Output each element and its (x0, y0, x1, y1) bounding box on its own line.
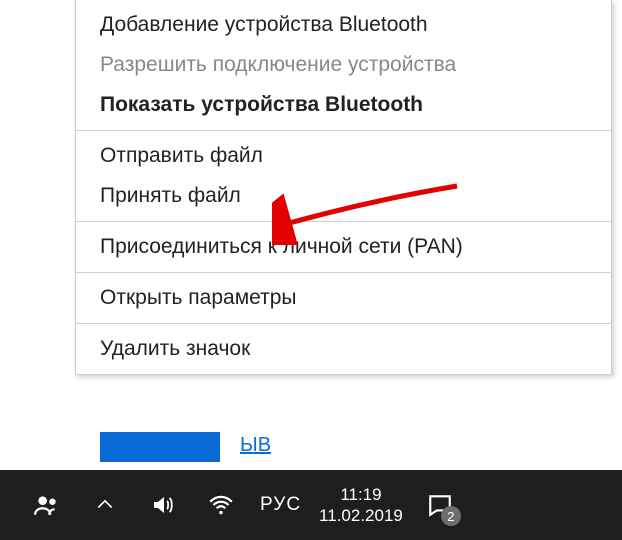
clock-date: 11.02.2019 (319, 505, 403, 526)
menu-add-bluetooth-device[interactable]: Добавление устройства Bluetooth (76, 5, 611, 45)
menu-group-remove: Удалить значок (76, 324, 611, 374)
clock[interactable]: 11:19 11.02.2019 (319, 484, 403, 527)
menu-send-file[interactable]: Отправить файл (76, 136, 611, 176)
people-icon[interactable] (24, 482, 70, 528)
clock-time: 11:19 (340, 484, 381, 505)
menu-show-bluetooth-devices[interactable]: Показать устройства Bluetooth (76, 85, 611, 125)
menu-group-pan: Присоединиться к личной сети (PAN) (76, 222, 611, 273)
bluetooth-context-menu: Добавление устройства Bluetooth Разрешит… (75, 0, 612, 375)
menu-open-settings[interactable]: Открыть параметры (76, 278, 611, 318)
tray-chevron-up-icon[interactable] (82, 482, 128, 528)
menu-receive-file[interactable]: Принять файл (76, 176, 611, 216)
background-fragment: ЫВ (0, 432, 622, 470)
wifi-icon[interactable] (198, 482, 244, 528)
link-text-fragment: ЫВ (240, 434, 271, 457)
action-center-icon[interactable]: 2 (417, 482, 463, 528)
menu-allow-device-connection: Разрешить подключение устройства (76, 45, 611, 85)
taskbar: РУС 11:19 11.02.2019 2 (0, 470, 622, 540)
menu-remove-icon[interactable]: Удалить значок (76, 329, 611, 369)
selected-taskbar-fragment (100, 432, 220, 462)
menu-group-files: Отправить файл Принять файл (76, 131, 611, 222)
menu-join-pan[interactable]: Присоединиться к личной сети (PAN) (76, 227, 611, 267)
menu-group-devices: Добавление устройства Bluetooth Разрешит… (76, 0, 611, 131)
notification-badge: 2 (441, 506, 461, 526)
menu-group-settings: Открыть параметры (76, 273, 611, 324)
volume-icon[interactable] (140, 482, 186, 528)
language-indicator[interactable]: РУС (260, 494, 301, 516)
